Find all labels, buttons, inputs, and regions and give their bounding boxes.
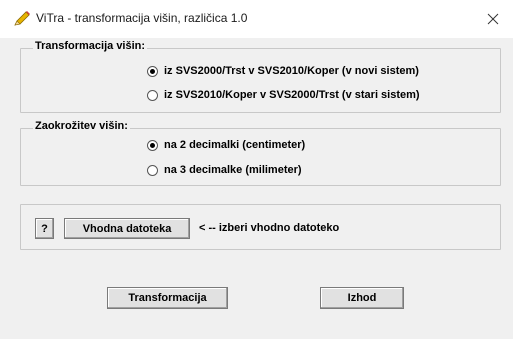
radio-3-decimals[interactable]: na 3 decimalke (milimeter) <box>147 164 302 176</box>
radio-button-3-decimals[interactable] <box>147 164 158 176</box>
title-bar: ViTra - transformacija višin, različica … <box>0 0 513 38</box>
radio-new-system-label: iz SVS2000/Trst v SVS2010/Koper (v novi … <box>164 65 419 77</box>
window-title: ViTra - transformacija višin, različica … <box>36 11 248 25</box>
input-file-hint: < -- izberi vhodno datoteko <box>199 222 340 234</box>
close-icon[interactable] <box>483 9 503 29</box>
radio-button-2-decimals[interactable] <box>147 139 158 151</box>
radio-old-system-label: iz SVS2010/Koper v SVS2000/Trst (v stari… <box>164 89 420 101</box>
transform-button[interactable]: Transformacija <box>107 287 228 309</box>
radio-button-old-system[interactable] <box>147 89 158 101</box>
transformation-group: Transformacija višin: iz SVS2000/Trst v … <box>20 40 501 113</box>
radio-2-decimals[interactable]: na 2 decimalki (centimeter) <box>147 139 305 151</box>
rounding-group: Zaokrožitev višin: na 2 decimalki (centi… <box>20 120 501 186</box>
transformation-legend: Transformacija višin: <box>33 40 148 52</box>
rounding-legend: Zaokrožitev višin: <box>33 120 130 132</box>
radio-new-system[interactable]: iz SVS2000/Trst v SVS2010/Koper (v novi … <box>147 65 419 77</box>
radio-old-system[interactable]: iz SVS2010/Koper v SVS2000/Trst (v stari… <box>147 89 420 101</box>
input-file-group: ? Vhodna datoteka < -- izberi vhodno dat… <box>20 204 501 250</box>
input-file-button[interactable]: Vhodna datoteka <box>64 218 190 239</box>
pencil-icon <box>13 11 31 27</box>
radio-3-decimals-label: na 3 decimalke (milimeter) <box>164 164 302 176</box>
dialog-body: Transformacija višin: iz SVS2000/Trst v … <box>0 38 513 339</box>
exit-button[interactable]: Izhod <box>320 287 404 309</box>
radio-2-decimals-label: na 2 decimalki (centimeter) <box>164 139 306 151</box>
radio-button-new-system[interactable] <box>147 65 158 77</box>
app-window: ViTra - transformacija višin, različica … <box>0 0 513 339</box>
help-button[interactable]: ? <box>35 218 54 239</box>
